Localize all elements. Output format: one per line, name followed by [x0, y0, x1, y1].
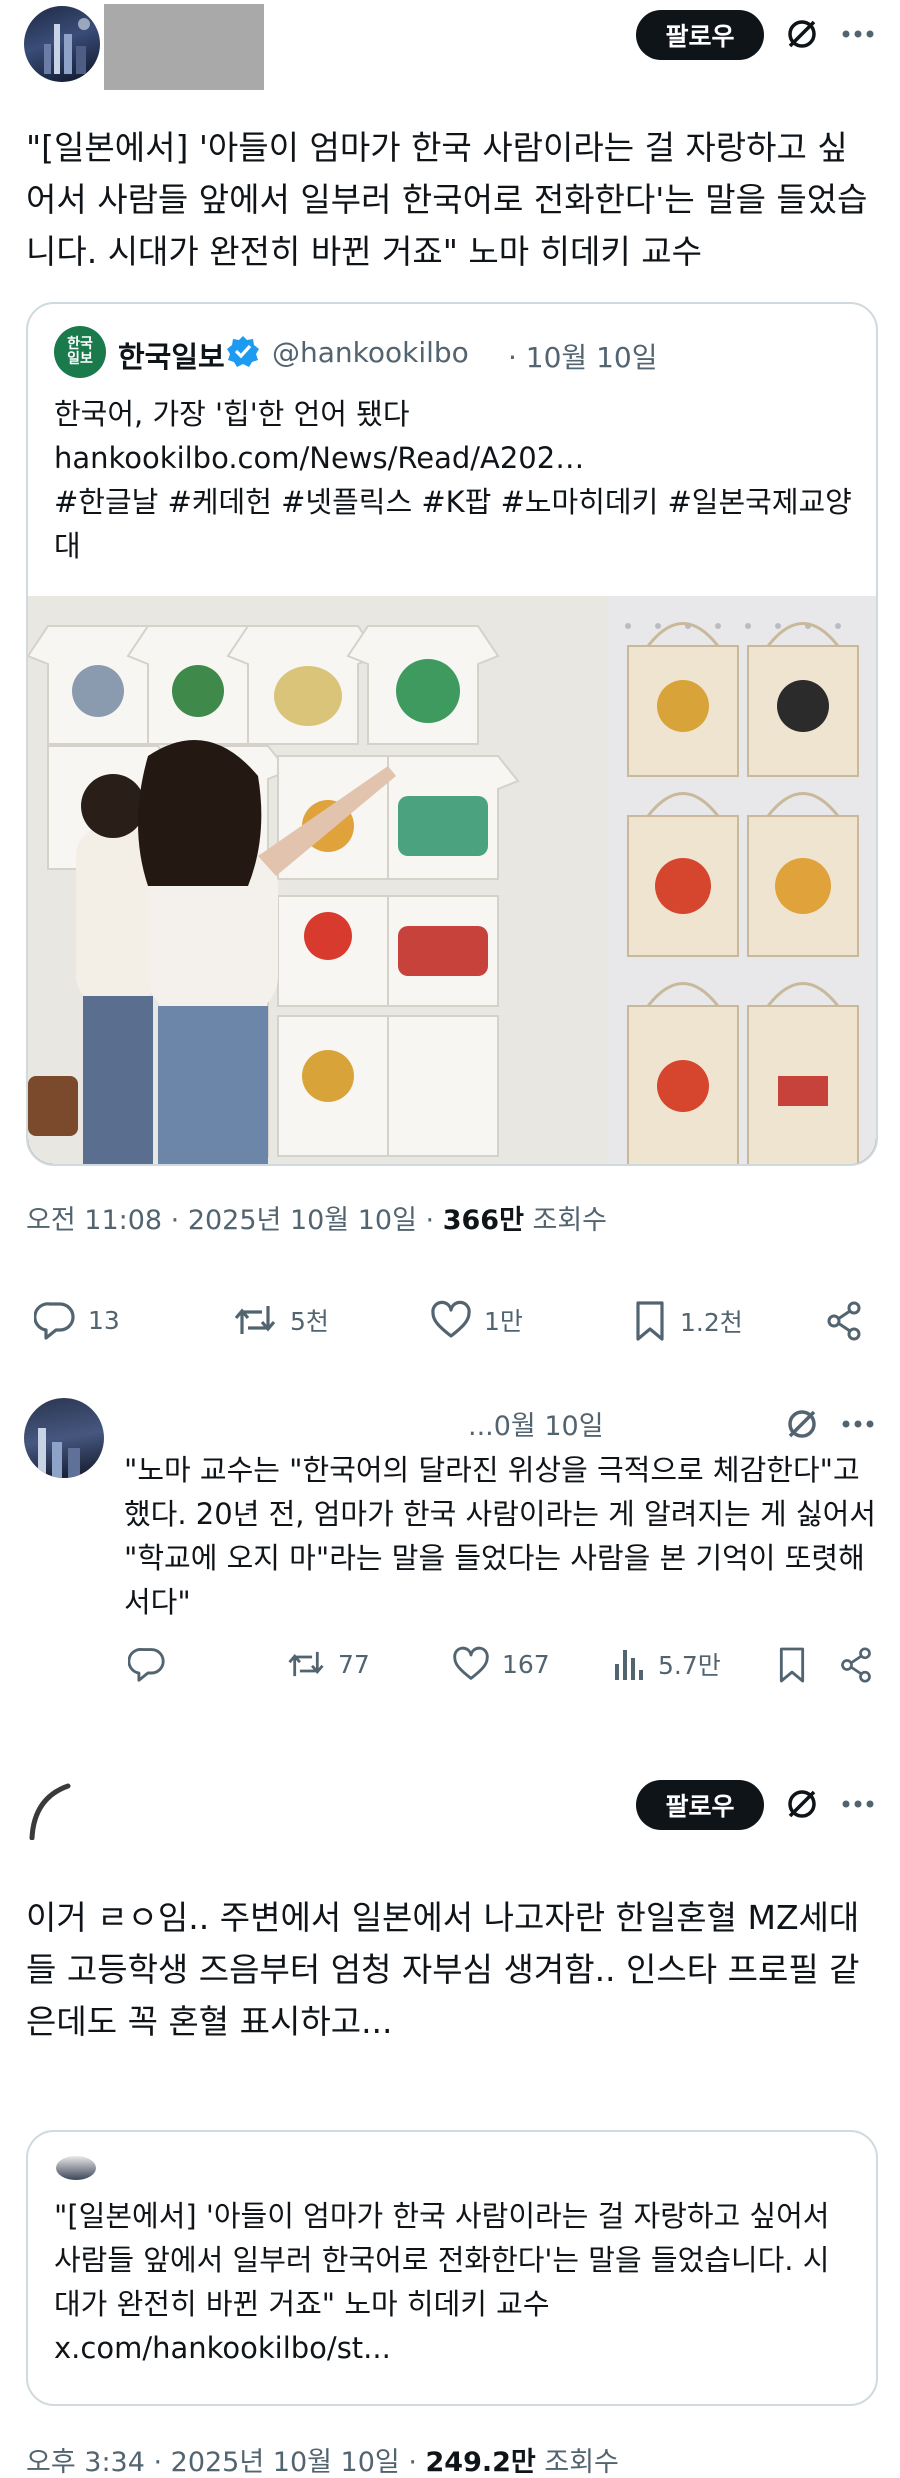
retweet-action[interactable]: 5천	[232, 1300, 329, 1340]
views-action[interactable]: 5.7만	[612, 1646, 721, 1682]
photo-illustration	[28, 596, 876, 1164]
reply-action[interactable]: 13	[34, 1300, 120, 1340]
reply-icon	[34, 1302, 75, 1340]
like-count: 1만	[484, 1307, 523, 1336]
bookmark-icon	[636, 1301, 664, 1341]
reply-text: "노마 교수는 "한국어의 달라진 위상을 극적으로 체감한다"고 했다. 20…	[124, 1453, 876, 1619]
redacted-name	[112, 1398, 462, 1448]
quote-date: · 10월 10일	[508, 341, 658, 374]
grok-icon[interactable]	[784, 1786, 820, 1822]
quote-author[interactable]: 한국일보	[118, 334, 225, 376]
views-icon	[615, 1650, 643, 1680]
reply-icon	[128, 1648, 165, 1682]
tweet-text: 이거 ㄹㅇ임.. 주변에서 일본에서 나고자란 한일혼혈 MZ세대들 고등학생 …	[26, 1898, 860, 2041]
tweet-meta: 오후 3:34 · 2025년 10월 10일 · 249.2만 조회수	[26, 2440, 619, 2478]
view-count: 366만	[442, 1205, 524, 1236]
bookmark-count: 1.2천	[680, 1308, 743, 1337]
avatar[interactable]	[24, 1780, 74, 1841]
quote-link[interactable]: hankookilbo.com/News/Read/A202…	[54, 436, 584, 480]
quote-card[interactable]: "[일본에서] '아들이 엄마가 한국 사람이라는 걸 자랑하고 싶어서 사람들…	[26, 2130, 878, 2406]
view-count: 249.2만	[425, 2447, 536, 2478]
bookmark-action[interactable]: 1.2천	[632, 1300, 743, 1342]
quote-link[interactable]: x.com/hankookilbo/st...	[54, 2326, 391, 2370]
avatar-skyline-icon	[44, 18, 90, 74]
share-action[interactable]	[824, 1300, 864, 1342]
like-icon	[431, 1300, 471, 1338]
more-icon[interactable]	[838, 1406, 878, 1442]
retweet-action[interactable]: 77	[286, 1646, 370, 1682]
avatar[interactable]	[24, 6, 100, 82]
reply-date: ...0월 10일	[468, 1411, 604, 1442]
timestamp[interactable]: 오전 11:08 · 2025년 10월 10일 ·	[26, 1205, 434, 1236]
share-icon	[827, 1301, 861, 1341]
view-label: 조회수	[544, 2447, 619, 2478]
quote-headline: 한국어, 가장 '힙'한 언어 됐다	[54, 397, 410, 431]
more-icon[interactable]	[838, 16, 878, 52]
tweet-meta: 오전 11:08 · 2025년 10월 10일 · 366만 조회수	[26, 1198, 607, 1237]
retweet-icon	[288, 1651, 324, 1677]
quote-photo[interactable]	[28, 596, 876, 1164]
tweet-text: "[일본에서] '아들이 엄마가 한국 사람이라는 걸 자랑하고 싶어서 사람들…	[26, 128, 868, 271]
quote-card[interactable]: 한국일보 한국일보 @hankookilbo · 10월 10일 한국어, 가장…	[26, 302, 878, 1166]
grok-icon[interactable]	[784, 1406, 820, 1442]
retweet-count: 77	[338, 1649, 370, 1679]
retweet-count: 5천	[290, 1307, 329, 1336]
avatar-partial-icon	[29, 1783, 71, 1841]
quote-hashtags[interactable]: #한글날 #케데헌 #넷플릭스 #K팝 #노마히데키 #일본국제교양대	[54, 480, 854, 568]
source-badge: 한국일보	[54, 326, 106, 378]
timestamp[interactable]: 오후 3:34 · 2025년 10월 10일 ·	[26, 2447, 417, 2478]
reply-count: 13	[88, 1305, 120, 1335]
source-badge-label: 한국일보	[67, 336, 93, 367]
retweet-icon	[234, 1306, 276, 1334]
avatar[interactable]	[24, 1398, 104, 1478]
quote-avatar	[56, 2156, 96, 2180]
like-action[interactable]: 1만	[430, 1300, 523, 1340]
bookmark-icon	[779, 1647, 805, 1683]
like-count: 167	[502, 1649, 550, 1679]
quote-handle[interactable]: @hankookilbo	[272, 336, 469, 369]
share-icon	[841, 1647, 871, 1683]
follow-button[interactable]: 팔로우	[636, 10, 764, 60]
follow-button[interactable]: 팔로우	[636, 1780, 764, 1830]
redacted-name	[104, 4, 264, 90]
views-count: 5.7만	[658, 1651, 721, 1680]
avatar-skyline-icon	[38, 1428, 80, 1478]
view-label: 조회수	[532, 1205, 608, 1236]
like-action[interactable]: 167	[452, 1646, 550, 1682]
more-icon[interactable]	[838, 1786, 878, 1822]
like-icon	[453, 1646, 489, 1680]
reply-action[interactable]	[128, 1646, 166, 1682]
bookmark-action[interactable]	[776, 1646, 808, 1684]
verified-icon	[226, 334, 260, 368]
grok-icon[interactable]	[784, 16, 820, 52]
share-action[interactable]	[838, 1646, 874, 1684]
quote-text: "[일본에서] '아들이 엄마가 한국 사람이라는 걸 자랑하고 싶어서 사람들…	[54, 2199, 830, 2321]
